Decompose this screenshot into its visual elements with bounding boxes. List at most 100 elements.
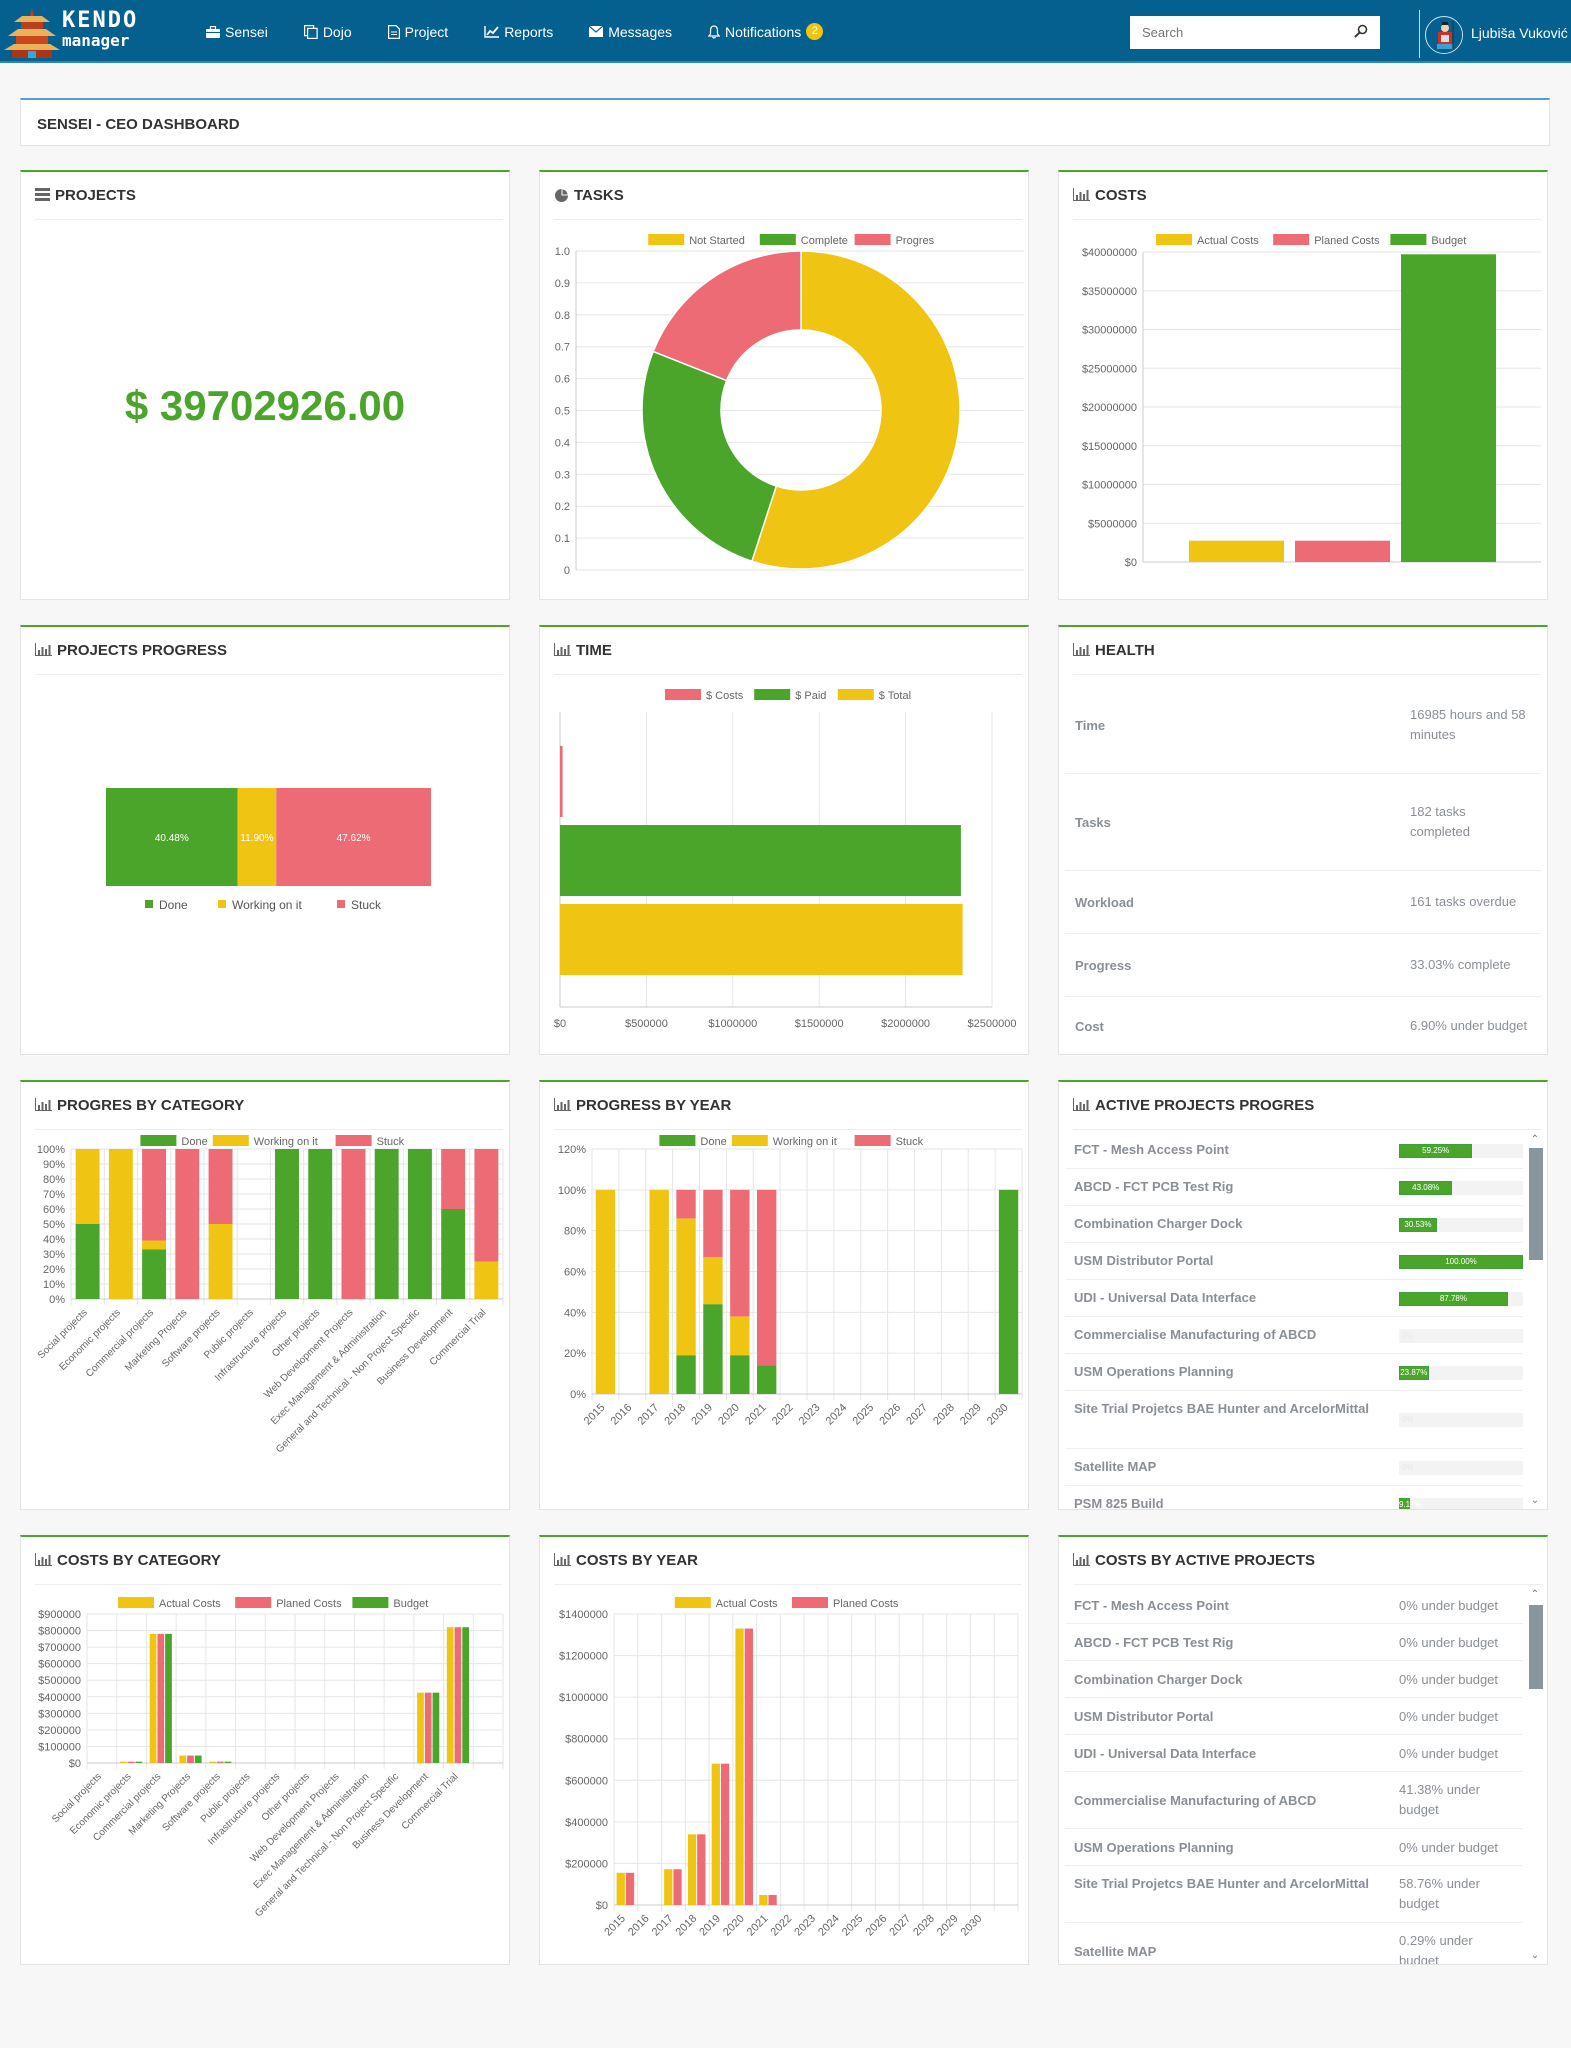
cost-project-row[interactable]: Satellite MAP 0.29% under budget xyxy=(1065,1923,1523,1964)
user-avatar[interactable] xyxy=(1425,16,1463,54)
search-input[interactable] xyxy=(1130,16,1340,49)
active-project-row[interactable]: USM Operations Planning 23.87% xyxy=(1065,1354,1523,1391)
bar-actual-costs xyxy=(179,1755,187,1763)
project-name[interactable]: PSM 825 Build xyxy=(1074,1494,1374,1509)
user-name[interactable]: Ljubiša Vuković xyxy=(1471,25,1568,41)
x-tick-label: 2017 xyxy=(650,1913,676,1939)
project-name[interactable]: USM Operations Planning xyxy=(1074,1362,1374,1382)
x-tick-label: 2018 xyxy=(673,1913,699,1939)
nav-messages[interactable]: Messages xyxy=(589,24,672,40)
project-progress-bar: 100.00% xyxy=(1399,1254,1523,1269)
active-projects-scrollbar[interactable]: ⌃ ⌄ xyxy=(1527,1134,1543,1507)
bar-actual-costs xyxy=(616,1872,625,1905)
bar-total xyxy=(560,904,963,975)
y-tick-label: $15000000 xyxy=(1082,441,1137,453)
active-project-row[interactable]: Commercialise Manufacturing of ABCD 0% xyxy=(1065,1317,1523,1354)
cost-project-row[interactable]: UDI - Universal Data Interface 0% under b… xyxy=(1065,1735,1523,1772)
bar-done xyxy=(275,1149,299,1299)
nav-reports-label: Reports xyxy=(504,23,554,40)
active-project-row[interactable]: Satellite MAP 0% xyxy=(1065,1449,1523,1486)
bar-budget xyxy=(165,1633,172,1763)
active-project-row[interactable]: Site Trial Projetcs BAE Hunter and Arcel… xyxy=(1065,1391,1523,1449)
project-name[interactable]: UDI - Universal Data Interface xyxy=(1074,1288,1374,1308)
costs-by-active-scrollbar[interactable]: ⌃ ⌄ xyxy=(1527,1589,1543,1962)
scroll-thumb[interactable] xyxy=(1529,1605,1543,1689)
project-name[interactable]: FCT - Mesh Access Point xyxy=(1074,1596,1374,1616)
progress-by-category-title: PROGRES BY CATEGORY xyxy=(57,1097,245,1114)
project-name[interactable]: UDI - Universal Data Interface xyxy=(1074,1744,1374,1764)
legend-swatch xyxy=(1156,234,1192,245)
legend-swatch xyxy=(140,1135,177,1146)
project-name[interactable]: Combination Charger Dock xyxy=(1074,1214,1374,1234)
bar-stuck xyxy=(441,1149,466,1209)
nav-dojo[interactable]: Dojo xyxy=(303,24,352,40)
project-name[interactable]: Satellite MAP xyxy=(1074,1942,1374,1962)
bar-working-on-it xyxy=(649,1189,669,1394)
health-card-title: HEALTH xyxy=(1095,642,1155,659)
project-name[interactable]: Site Trial Projetcs BAE Hunter and Arcel… xyxy=(1074,1399,1374,1419)
active-project-row[interactable]: USM Distributor Portal 100.00% xyxy=(1065,1243,1523,1280)
project-name[interactable]: ABCD - FCT PCB Test Rig xyxy=(1074,1633,1374,1653)
x-tick-label: Software projects xyxy=(160,1307,222,1369)
project-name[interactable]: USM Distributor Portal xyxy=(1074,1707,1374,1727)
project-name[interactable]: ABCD - FCT PCB Test Rig xyxy=(1074,1177,1374,1197)
projects-progress-title: PROJECTS PROGRESS xyxy=(57,642,228,659)
project-progress-bar: 23.87% xyxy=(1399,1365,1523,1380)
active-projects-title: ACTIVE PROJECTS PROGRES xyxy=(1095,1097,1315,1114)
scroll-thumb[interactable] xyxy=(1529,1148,1543,1260)
bar-planed-costs xyxy=(768,1895,777,1905)
notifications-badge: 2 xyxy=(806,23,824,40)
cost-project-row[interactable]: ABCD - FCT PCB Test Rig 0% under budget xyxy=(1065,1624,1523,1661)
bar-budget xyxy=(224,1761,232,1763)
project-name[interactable]: Site Trial Projetcs BAE Hunter and Arcel… xyxy=(1074,1874,1374,1894)
x-tick-label: Commercial Trial xyxy=(400,1771,461,1832)
bar-done xyxy=(703,1304,723,1394)
budget-status: 58.76% under budget xyxy=(1399,1876,1480,1911)
projects-progress-header: PROJECTS PROGRESS xyxy=(35,642,503,675)
y-tick-label: $400000 xyxy=(565,1817,608,1829)
scroll-up-icon[interactable]: ⌃ xyxy=(1527,1134,1543,1146)
scroll-down-icon[interactable]: ⌄ xyxy=(1527,1495,1543,1507)
y-tick-label: 40% xyxy=(564,1307,586,1319)
active-project-row[interactable]: FCT - Mesh Access Point 59.25% xyxy=(1065,1132,1523,1169)
cost-project-row[interactable]: USM Distributor Portal 0% under budget xyxy=(1065,1698,1523,1735)
nav-reports[interactable]: Reports xyxy=(484,24,553,40)
active-project-row[interactable]: PSM 825 Build 9.17% xyxy=(1065,1486,1523,1509)
bar-actual-costs xyxy=(149,1633,157,1763)
samurai-avatar-icon xyxy=(1427,18,1462,53)
cost-project-row[interactable]: Commercialise Manufacturing of ABCD 41.38… xyxy=(1065,1772,1523,1829)
search-icon[interactable] xyxy=(1354,24,1368,38)
project-progress-bar: 43.08% xyxy=(1399,1180,1523,1195)
cost-project-row[interactable]: FCT - Mesh Access Point 0% under budget xyxy=(1065,1587,1523,1624)
project-name[interactable]: Combination Charger Dock xyxy=(1074,1670,1374,1690)
project-name[interactable]: FCT - Mesh Access Point xyxy=(1074,1140,1374,1160)
donut-slice-complete xyxy=(641,350,778,563)
kendo-manager-logo[interactable]: KENDO manager xyxy=(4,6,154,58)
bar-done xyxy=(998,1189,1019,1394)
project-name[interactable]: Commercialise Manufacturing of ABCD xyxy=(1074,1791,1374,1811)
scroll-down-icon[interactable]: ⌄ xyxy=(1527,1950,1543,1962)
nav-notifications[interactable]: Notifications 2 xyxy=(708,23,824,40)
y-tick-label: 60% xyxy=(564,1267,586,1279)
bar-planed-costs xyxy=(157,1633,165,1763)
bar-working-on-it xyxy=(75,1149,100,1224)
bar-planed-costs xyxy=(454,1627,462,1763)
project-name[interactable]: Satellite MAP xyxy=(1074,1457,1374,1477)
active-project-row[interactable]: ABCD - FCT PCB Test Rig 43.08% xyxy=(1065,1169,1523,1206)
project-name[interactable]: USM Operations Planning xyxy=(1074,1838,1374,1858)
y-tick-label: $200000 xyxy=(38,1725,81,1737)
x-tick-label: 2021 xyxy=(743,1402,769,1428)
cost-project-row[interactable]: USM Operations Planning 0% under budget xyxy=(1065,1829,1523,1866)
bar-chart-icon xyxy=(1073,1553,1090,1566)
active-project-row[interactable]: UDI - Universal Data Interface 87.78% xyxy=(1065,1280,1523,1317)
scroll-up-icon[interactable]: ⌃ xyxy=(1527,1589,1543,1601)
project-name[interactable]: USM Distributor Portal xyxy=(1074,1251,1374,1271)
cost-project-row[interactable]: Site Trial Projetcs BAE Hunter and Arcel… xyxy=(1065,1866,1523,1923)
project-name[interactable]: Commercialise Manufacturing of ABCD xyxy=(1074,1325,1374,1345)
bar-planed-costs xyxy=(424,1692,432,1763)
nav-sensei[interactable]: Sensei xyxy=(206,24,268,40)
costs-card-title: COSTS xyxy=(1095,187,1147,204)
cost-project-row[interactable]: Combination Charger Dock 0% under budget xyxy=(1065,1661,1523,1698)
nav-project[interactable]: Project xyxy=(387,24,448,40)
active-project-row[interactable]: Combination Charger Dock 30.53% xyxy=(1065,1206,1523,1243)
